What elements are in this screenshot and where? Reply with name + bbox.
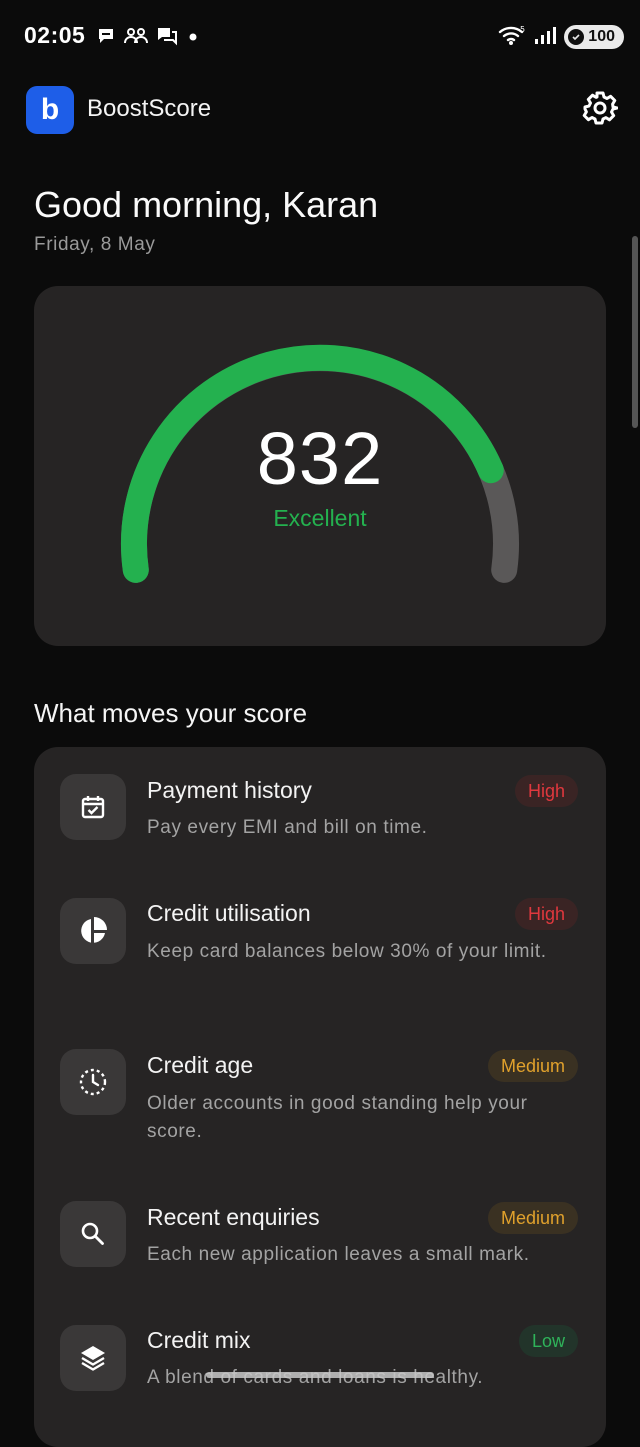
impact-badge: Low <box>518 1325 578 1357</box>
factor-desc: Older accounts in good standing help you… <box>147 1093 528 1142</box>
battery-level: 100 <box>588 28 615 45</box>
impact-badge: High <box>514 775 578 807</box>
factor-desc: Each new application leaves a small mark… <box>147 1244 530 1265</box>
factor-title: Credit utilisation <box>147 900 311 926</box>
group-icon <box>124 26 148 46</box>
status-right: 5 100 <box>498 24 624 50</box>
status-time: 02:05 <box>24 22 86 48</box>
settings-button[interactable] <box>580 88 620 128</box>
pie-chart-icon <box>60 898 126 964</box>
score-value: 832 <box>256 417 384 500</box>
home-indicator[interactable] <box>206 1372 434 1378</box>
factor-title: Credit mix <box>147 1327 251 1353</box>
battery-icon: 100 <box>564 25 624 49</box>
clock-icon <box>60 1049 126 1115</box>
shield-icon <box>568 29 585 45</box>
signal-icon <box>534 25 557 50</box>
calendar-check-icon <box>60 774 126 840</box>
factor-desc: Pay every EMI and bill on time. <box>147 817 428 838</box>
wifi-icon: 5 <box>498 24 526 51</box>
notification-icons <box>96 24 200 48</box>
layers-icon <box>60 1325 126 1391</box>
factor-desc: A blend of cards and loans is healthy. <box>147 1367 484 1388</box>
dot-icon <box>186 26 200 46</box>
messages-icon <box>156 26 178 46</box>
impact-badge: Medium <box>487 1050 578 1082</box>
app-name: BoostScore <box>87 95 212 122</box>
chat-icon <box>96 26 116 46</box>
factor-title: Credit age <box>147 1052 254 1078</box>
score-rating: Excellent <box>273 505 367 531</box>
gear-icon <box>582 91 618 125</box>
factor-title: Recent enquiries <box>147 1204 320 1230</box>
svg-text:5: 5 <box>520 25 525 34</box>
scrollbar[interactable] <box>632 236 638 428</box>
section-title: What moves your score <box>34 698 308 728</box>
impact-badge: High <box>514 898 578 930</box>
search-icon <box>60 1201 126 1267</box>
impact-badge: Medium <box>487 1202 578 1234</box>
greeting-title: Good morning, Karan <box>34 184 379 225</box>
factor-desc: Keep card balances below 30% of your lim… <box>147 941 547 962</box>
factor-title: Payment history <box>147 777 312 803</box>
app-logo[interactable]: b <box>26 86 74 134</box>
greeting-date: Friday, 8 May <box>34 234 156 255</box>
